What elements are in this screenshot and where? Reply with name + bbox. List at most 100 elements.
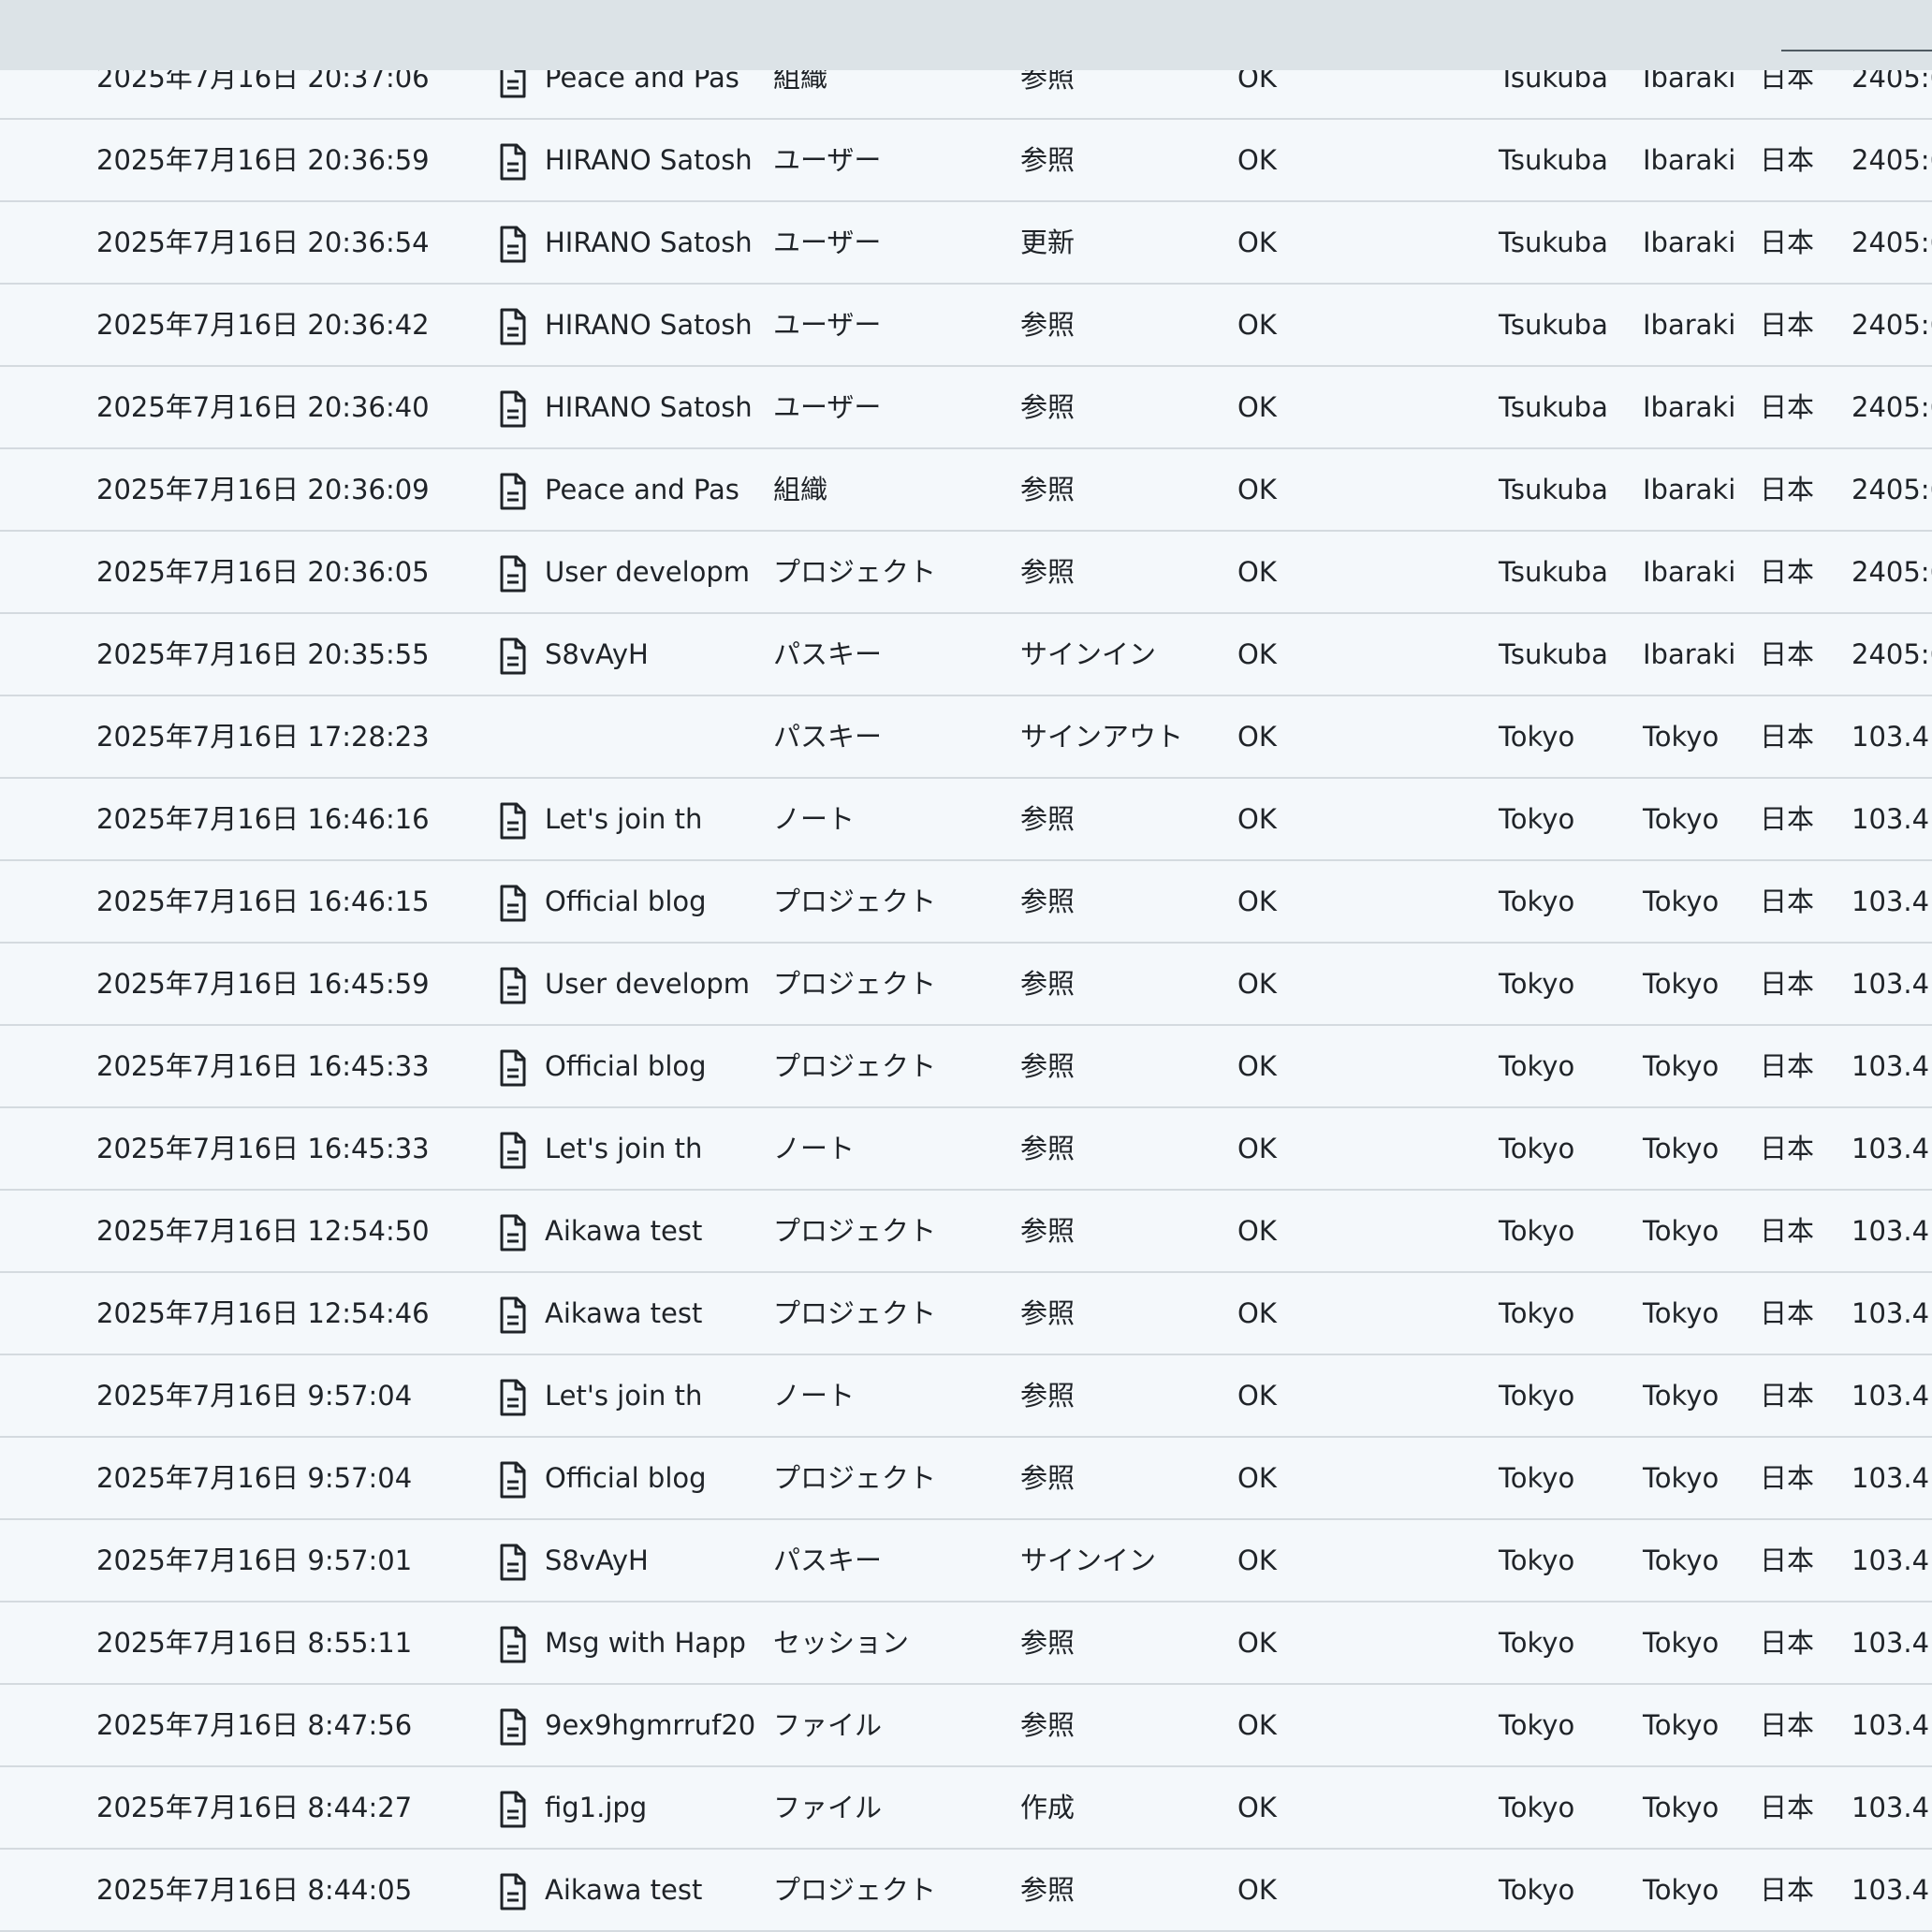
log-ip-address: 103.41: [1852, 1133, 1932, 1164]
log-target-name: Let's join th: [545, 1133, 703, 1164]
log-ip-address: 103.41: [1852, 1874, 1932, 1906]
log-region: Tokyo: [1643, 1133, 1720, 1164]
table-row[interactable]: 2025年7月16日 16:46:16 Let's join th ノート 参照 OK T…: [0, 779, 1932, 861]
log-action: 参照: [1020, 1133, 1076, 1164]
log-ip-address: 103.41: [1852, 968, 1932, 1000]
log-target-type: パスキー: [773, 1544, 883, 1576]
log-city: Tsukuba: [1499, 144, 1608, 176]
table-row[interactable]: 2025年7月16日 9:57:04 Let's join th ノート 参照 OK To…: [0, 1355, 1932, 1438]
log-ip-address: 103.41: [1852, 1462, 1932, 1494]
log-region: Tokyo: [1643, 803, 1720, 835]
log-target-name: Let's join th: [545, 803, 703, 835]
log-country: 日本: [1760, 1297, 1815, 1329]
table-row[interactable]: 2025年7月16日 16:45:33 Let's join th ノート 参照 OK T…: [0, 1108, 1932, 1191]
log-result: OK: [1237, 1297, 1277, 1329]
log-target-name: Aikawa test: [545, 1215, 703, 1247]
log-target-type: セッション: [773, 1627, 910, 1659]
document-icon: [499, 802, 527, 840]
log-country: 日本: [1760, 1215, 1815, 1247]
log-result: OK: [1237, 721, 1277, 753]
log-city: Tsukuba: [1499, 391, 1608, 423]
log-city: Tsukuba: [1499, 227, 1608, 258]
table-row[interactable]: 2025年7月16日 20:36:59 HIRANO Satosh ユーザー 参照 OK…: [0, 120, 1932, 202]
table-row[interactable]: 2025年7月16日 8:44:05 Aikawa test プロジェクト 参照 OK T…: [0, 1850, 1932, 1932]
log-result: OK: [1237, 1462, 1277, 1494]
log-ip-address: 2405:6: [1852, 474, 1932, 505]
log-region: Tokyo: [1643, 1709, 1720, 1741]
document-icon: [499, 473, 527, 510]
log-country: 日本: [1760, 1544, 1815, 1576]
log-time: 2025年7月16日 20:36:09: [96, 474, 430, 505]
log-result: OK: [1237, 144, 1277, 176]
log-ip-address: 103.41: [1852, 1627, 1932, 1659]
log-country: 日本: [1760, 803, 1815, 835]
log-action: 参照: [1020, 1380, 1076, 1412]
log-ip-address: 2405:6: [1852, 391, 1932, 423]
log-country: 日本: [1760, 1627, 1815, 1659]
log-target-name: 9ex9hgmrruf20: [545, 1709, 756, 1741]
log-action: サインイン: [1020, 1544, 1157, 1576]
log-time: 2025年7月16日 17:28:23: [96, 721, 430, 753]
log-time: 2025年7月16日 20:36:59: [96, 144, 430, 176]
log-target-type: プロジェクト: [773, 1462, 937, 1494]
table-row[interactable]: 2025年7月16日 20:35:55 S8vAyH パスキー サインイン OK Tsuk…: [0, 614, 1932, 696]
log-ip-address: 2405:6: [1852, 227, 1932, 258]
log-country: 日本: [1760, 1874, 1815, 1906]
log-action: 参照: [1020, 1215, 1076, 1247]
table-row[interactable]: 2025年7月16日 8:47:56 9ex9hgmrruf20 ファイル 参照 OK T…: [0, 1685, 1932, 1767]
header-bar: [0, 0, 1932, 70]
log-result: OK: [1237, 309, 1277, 341]
log-country: 日本: [1760, 638, 1815, 670]
log-country: 日本: [1760, 1133, 1815, 1164]
table-row[interactable]: 2025年7月16日 9:57:01 S8vAyH パスキー サインイン OK Tokyo…: [0, 1520, 1932, 1603]
log-target-type: ノート: [773, 1380, 856, 1412]
table-row[interactable]: 2025年7月16日 20:36:05 User developm プロジェクト 参照…: [0, 532, 1932, 614]
log-country: 日本: [1760, 1709, 1815, 1741]
log-target-name: Let's join th: [545, 1380, 703, 1412]
table-row[interactable]: 2025年7月16日 8:55:11 Msg with Happ セッション 参照 OK…: [0, 1603, 1932, 1685]
log-target-name: Official blog: [545, 1462, 707, 1494]
log-result: OK: [1237, 1133, 1277, 1164]
document-icon: [499, 967, 527, 1004]
log-action: 参照: [1020, 1297, 1076, 1329]
table-row[interactable]: 2025年7月16日 16:45:59 User developm プロジェクト 参照…: [0, 944, 1932, 1026]
log-region: Tokyo: [1643, 1050, 1720, 1082]
log-target-name: S8vAyH: [545, 638, 649, 670]
log-city: Tokyo: [1499, 1380, 1575, 1412]
log-city: Tokyo: [1499, 1627, 1575, 1659]
table-row[interactable]: 2025年7月16日 20:36:40 HIRANO Satosh ユーザー 参照 OK…: [0, 367, 1932, 449]
document-icon: [499, 1049, 527, 1087]
log-city: Tokyo: [1499, 1050, 1575, 1082]
log-region: Ibaraki: [1643, 144, 1736, 176]
table-row[interactable]: 2025年7月16日 16:46:15 Official blog プロジェクト 参照…: [0, 861, 1932, 944]
log-time: 2025年7月16日 16:45:33: [96, 1133, 430, 1164]
log-target-type: プロジェクト: [773, 1297, 937, 1329]
table-row[interactable]: 2025年7月16日 17:28:23 パスキー サインアウト OK Tokyo Toky…: [0, 696, 1932, 779]
table-row[interactable]: 2025年7月16日 9:57:04 Official blog プロジェクト 参照 O…: [0, 1438, 1932, 1520]
log-action: 参照: [1020, 1874, 1076, 1906]
table-row[interactable]: 2025年7月16日 20:36:09 Peace and Pas 組織 参照 OK Ts…: [0, 449, 1932, 532]
log-country: 日本: [1760, 474, 1815, 505]
log-region: Tokyo: [1643, 1380, 1720, 1412]
log-time: 2025年7月16日 8:44:05: [96, 1874, 413, 1906]
log-result: OK: [1237, 556, 1277, 588]
document-icon: [499, 143, 527, 181]
table-row[interactable]: 2025年7月16日 12:54:50 Aikawa test プロジェクト 参照 OK…: [0, 1191, 1932, 1273]
log-city: Tokyo: [1499, 803, 1575, 835]
table-row[interactable]: 2025年7月16日 12:54:46 Aikawa test プロジェクト 参照 OK…: [0, 1273, 1932, 1355]
log-city: Tokyo: [1499, 1215, 1575, 1247]
log-country: 日本: [1760, 886, 1815, 917]
log-target-name: Aikawa test: [545, 1297, 703, 1329]
log-action: サインイン: [1020, 638, 1157, 670]
log-region: Tokyo: [1643, 968, 1720, 1000]
table-row[interactable]: 2025年7月16日 8:44:27 fig1.jpg ファイル 作成 OK Tokyo T…: [0, 1767, 1932, 1850]
log-region: Ibaraki: [1643, 638, 1736, 670]
table-row[interactable]: 2025年7月16日 20:36:42 HIRANO Satosh ユーザー 参照 OK…: [0, 285, 1932, 367]
log-time: 2025年7月16日 16:46:16: [96, 803, 430, 835]
log-country: 日本: [1760, 556, 1815, 588]
log-region: Tokyo: [1643, 1544, 1720, 1576]
table-row[interactable]: 2025年7月16日 16:45:33 Official blog プロジェクト 参照…: [0, 1026, 1932, 1108]
table-row[interactable]: 2025年7月16日 20:36:54 HIRANO Satosh ユーザー 更新 OK…: [0, 202, 1932, 285]
log-action: 作成: [1020, 1792, 1076, 1823]
log-city: Tokyo: [1499, 1544, 1575, 1576]
